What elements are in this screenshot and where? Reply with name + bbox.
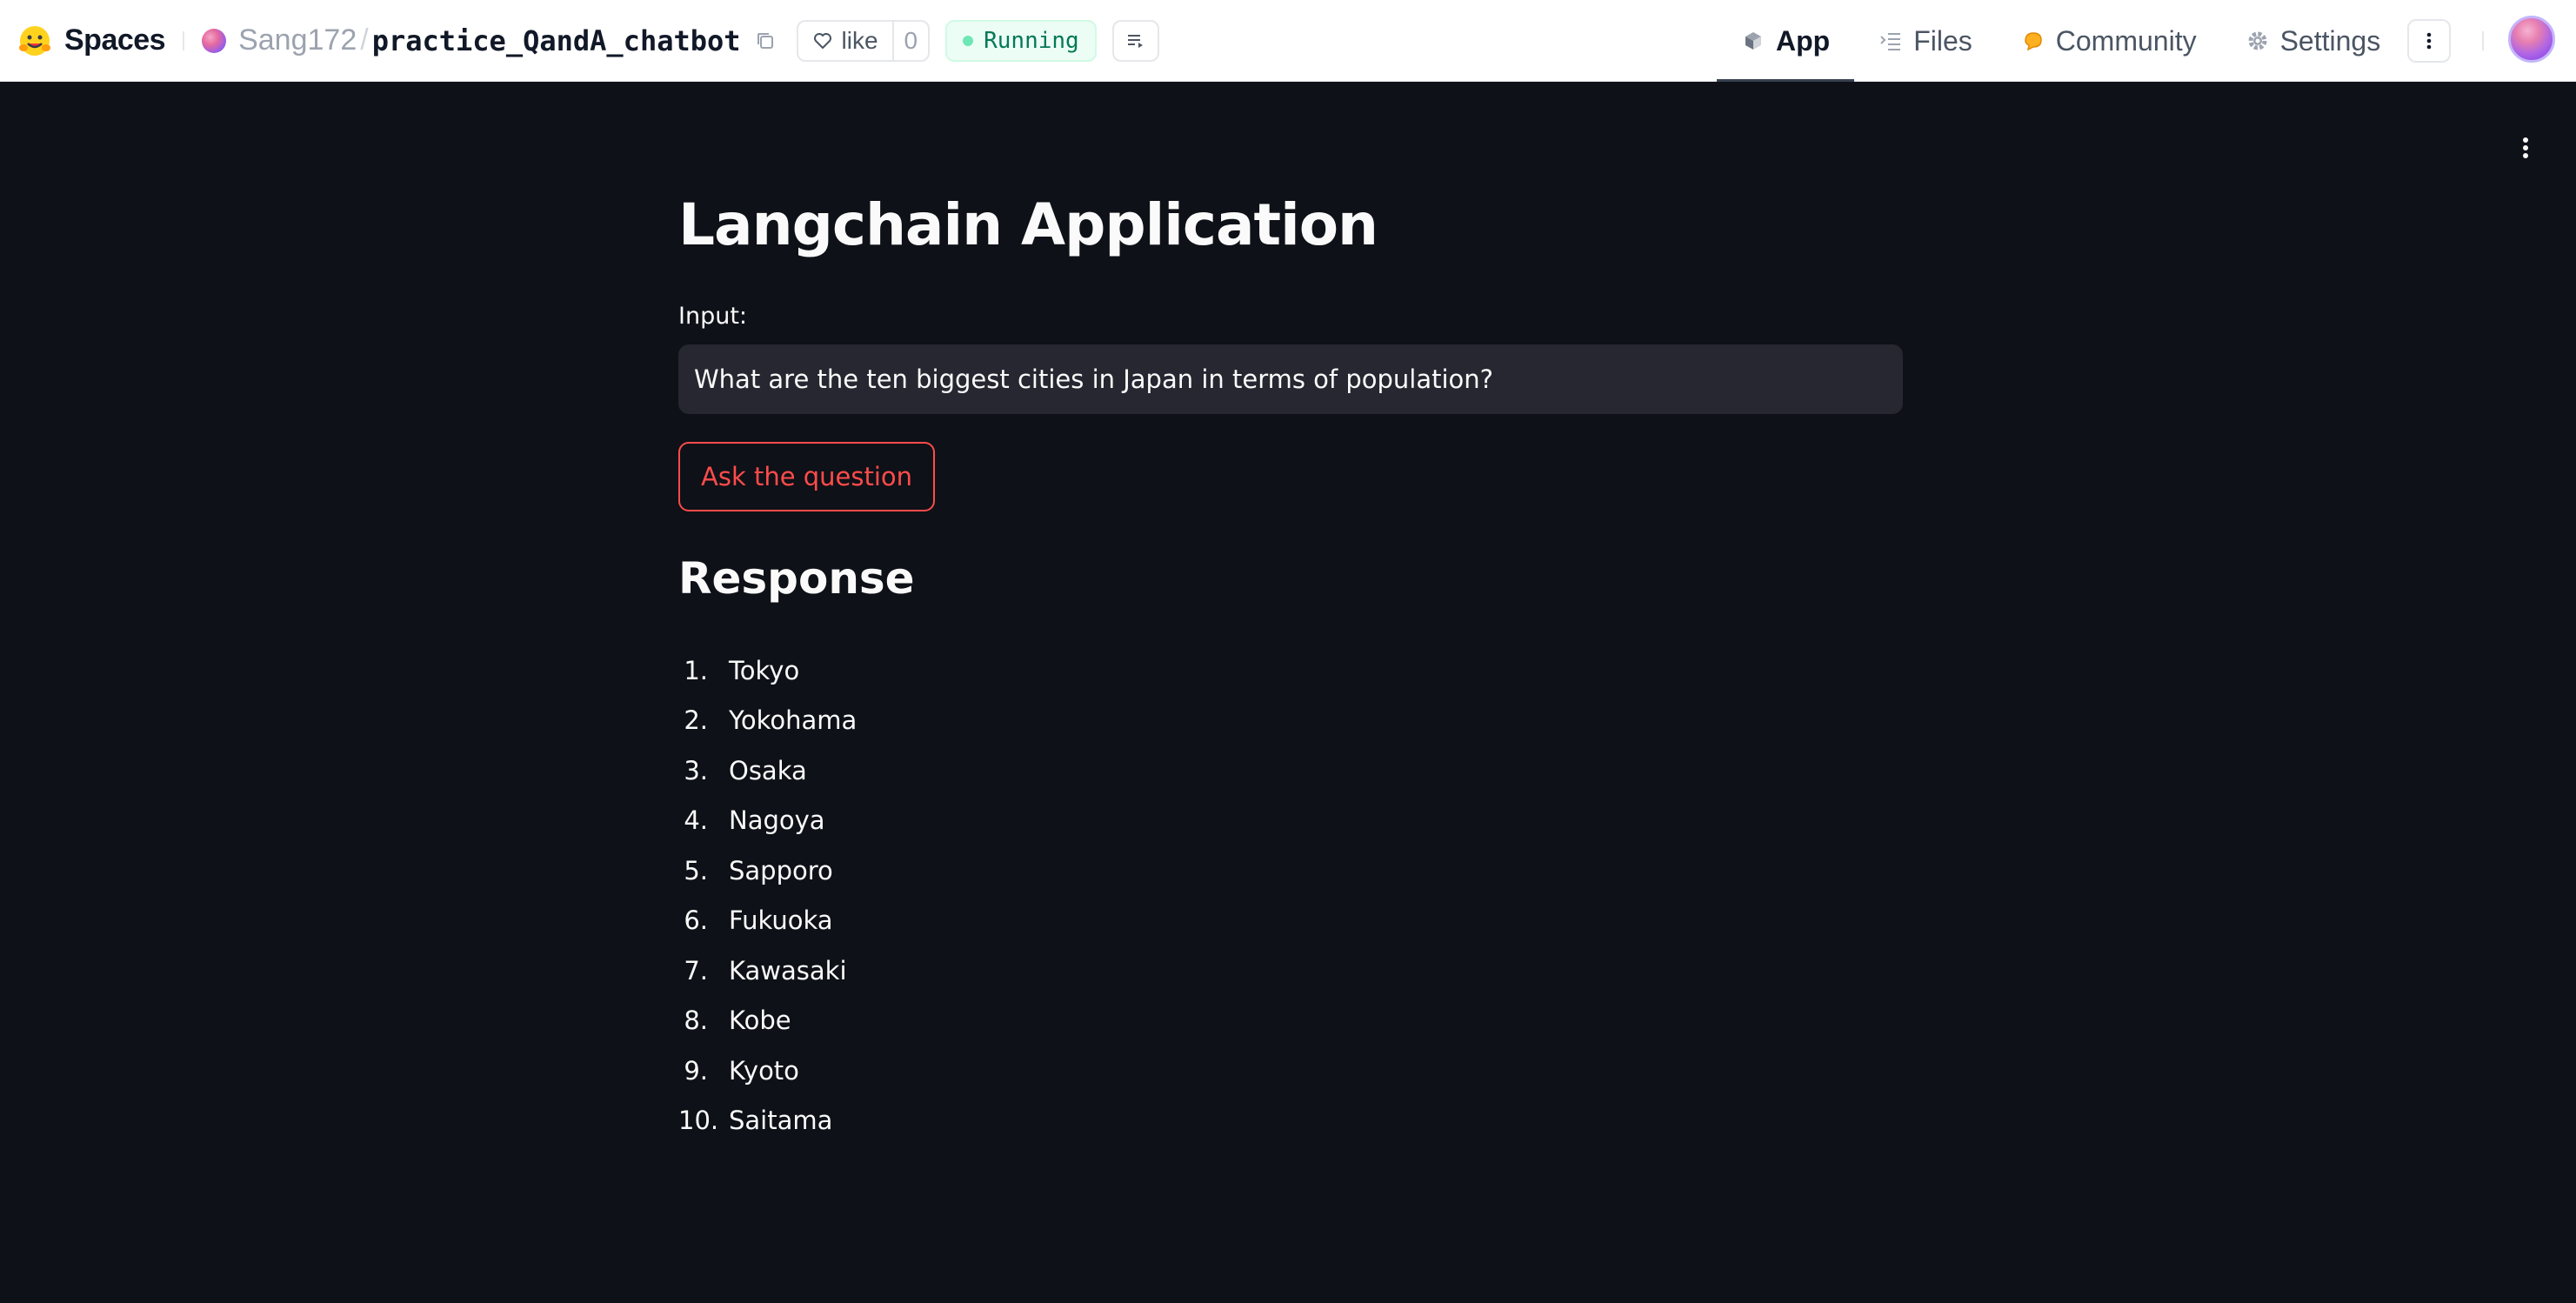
vertical-dots-icon [2523,137,2528,158]
tab-community[interactable]: Community [1997,0,2221,82]
list-number: 10. [678,1106,719,1136]
list-item-text: Kyoto [729,1055,799,1086]
list-number: 8. [684,1006,708,1036]
list-item-text: Kobe [729,1006,791,1036]
more-options-button[interactable] [2407,19,2451,63]
list-number: 4. [684,805,708,836]
like-count[interactable]: 0 [891,21,929,60]
tab-community-label: Community [2055,24,2197,57]
like-label: like [841,26,878,54]
status-badge[interactable]: Running [945,19,1097,62]
tab-files-label: Files [1913,24,1972,57]
top-header: Spaces Sang172 / practice_QandA_chatbot … [0,0,2576,83]
tab-app-label: App [1776,24,1831,57]
list-number: 3. [684,755,708,785]
input-label: Input: [678,303,748,330]
files-icon [1880,33,1901,50]
tab-settings[interactable]: Settings [2221,0,2406,82]
list-item: 6. Fukuoka [678,896,857,946]
question-input[interactable] [678,344,1903,414]
repo-name-link[interactable]: practice_QandA_chatbot [372,24,741,57]
list-item-text: Osaka [729,755,807,785]
list-item: 2. Yokohama [678,696,857,746]
tab-files[interactable]: Files [1854,0,1997,82]
space-nav: App Files Community Settings [1717,0,2406,83]
response-heading: Response [678,553,915,604]
list-number: 5. [684,855,708,885]
tab-settings-label: Settings [2279,24,2381,57]
ask-question-button[interactable]: Ask the question [678,442,936,511]
header-divider [183,30,185,50]
app-main-menu-button[interactable] [2508,130,2543,165]
list-item-text: Kawasaki [729,955,847,986]
list-item-text: Fukuoka [729,905,833,936]
list-number: 2. [684,705,708,736]
list-item: 10. Saitama [678,1096,857,1146]
list-item-text: Sapporo [729,855,833,885]
like-main[interactable]: like [798,22,892,60]
list-item-text: Tokyo [729,655,800,685]
cube-icon [1745,32,1761,50]
heart-icon [813,32,831,49]
logs-button[interactable] [1111,19,1159,62]
vertical-dots-icon [2426,32,2432,50]
owner-avatar [202,28,227,53]
list-item-text: Nagoya [729,805,825,836]
owner-link[interactable]: Sang172 [238,23,357,57]
list-item-text: Saitama [729,1106,833,1136]
list-item-text: Yokohama [729,705,858,736]
list-item: 3. Osaka [678,745,857,796]
copy-icon[interactable] [753,29,777,53]
tab-app[interactable]: App [1717,0,1855,83]
spaces-label: Spaces [64,23,166,57]
list-item: 8. Kobe [678,996,857,1046]
page-title: Langchain Application [678,191,1378,258]
app-frame: Langchain Application Input: Ask the que… [0,82,2576,1303]
user-avatar[interactable] [2508,16,2555,63]
spaces-home-link[interactable]: Spaces [17,23,166,58]
like-button[interactable]: like 0 [796,19,931,62]
path-separator: / [360,23,369,57]
response-list: 1. Tokyo 2. Yokohama 3. Osaka 4. Nagoya 5. Sa… [678,645,857,1146]
list-number: 9. [684,1055,708,1086]
community-icon [2025,32,2042,51]
list-item: 1. Tokyo [678,645,857,696]
status-dot [963,35,974,46]
repo-info: Spaces Sang172 / practice_QandA_chatbot … [0,0,1159,82]
list-item: 5. Sapporo [678,845,857,896]
list-item: 7. Kawasaki [678,946,857,996]
logs-icon [1127,34,1143,48]
list-number: 1. [684,655,708,685]
gear-icon [2248,31,2267,50]
list-number: 7. [684,955,708,986]
list-item: 9. Kyoto [678,1046,857,1096]
hugging-face-logo-icon [19,25,50,56]
list-item: 4. Nagoya [678,796,857,846]
list-number: 6. [684,905,708,936]
status-text: Running [984,27,1079,54]
header-divider-right [2482,31,2484,50]
